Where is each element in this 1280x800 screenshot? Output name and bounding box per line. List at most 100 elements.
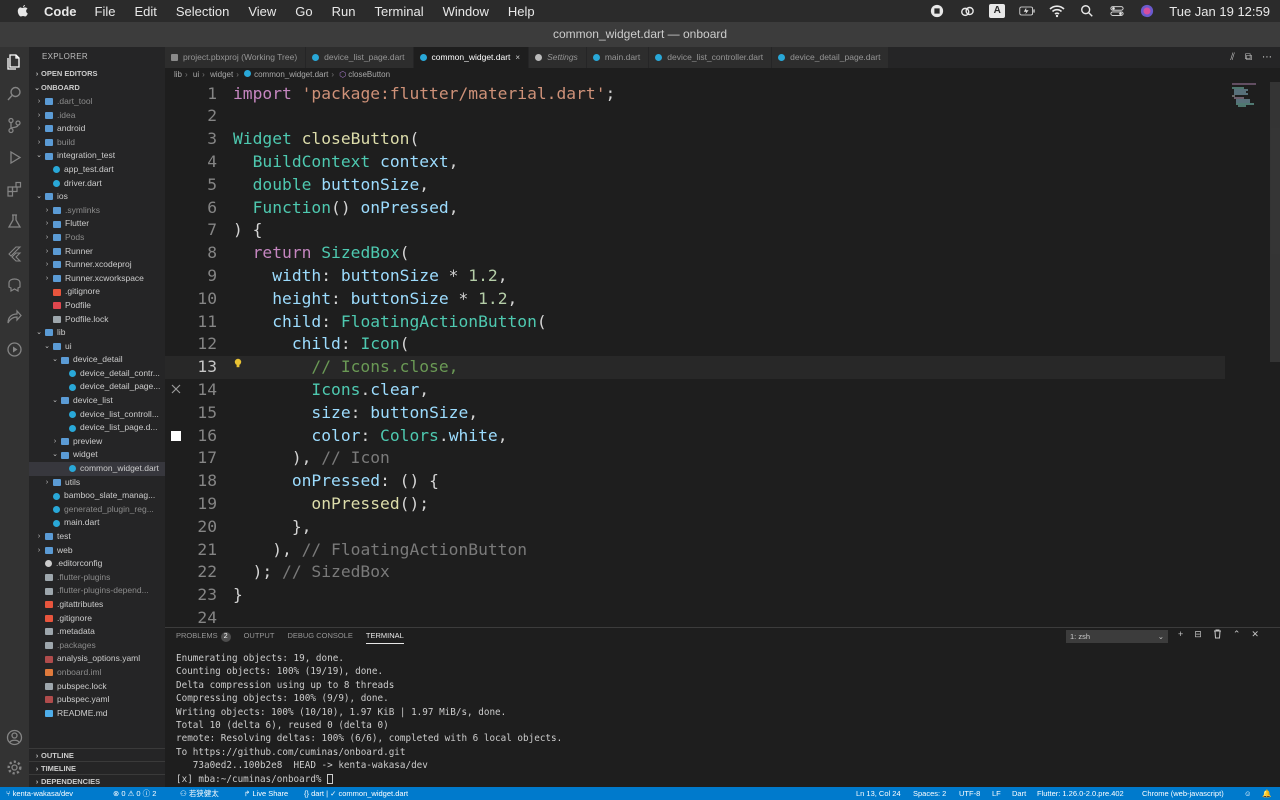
tree-file[interactable]: .gitignore xyxy=(29,285,165,299)
tree-file[interactable]: Podfile xyxy=(29,299,165,313)
app-name-menu[interactable]: Code xyxy=(44,4,77,19)
tree-file[interactable]: .metadata xyxy=(29,625,165,639)
apple-logo-icon[interactable] xyxy=(14,3,30,19)
tree-file[interactable]: common_widget.dart xyxy=(29,462,165,476)
tree-folder[interactable]: › Pods xyxy=(29,231,165,245)
live-share-user[interactable]: ⚇ 若狭健太 xyxy=(180,787,219,800)
tree-file[interactable]: .editorconfig xyxy=(29,557,165,571)
editor-tab[interactable]: device_list_page.dart xyxy=(306,47,414,68)
tree-file[interactable]: device_detail_page... xyxy=(29,380,165,394)
code-line[interactable]: 11 child: FloatingActionButton( xyxy=(165,311,1225,334)
tree-file[interactable]: Podfile.lock xyxy=(29,313,165,327)
tree-folder[interactable]: › Flutter xyxy=(29,217,165,231)
more-actions-icon[interactable]: ⋯ xyxy=(1262,52,1272,63)
code-line[interactable]: 24 xyxy=(165,607,1225,627)
notifications-bell-icon[interactable]: 🔔 xyxy=(1262,787,1271,800)
search-icon[interactable] xyxy=(6,85,23,102)
editor-tab[interactable]: device_detail_page.dart xyxy=(772,47,890,68)
accounts-icon[interactable] xyxy=(6,729,23,746)
panel-tab-output[interactable]: OUTPUT xyxy=(244,628,275,644)
encoding[interactable]: UTF-8 xyxy=(959,787,980,800)
code-line[interactable]: 9 width: buttonSize * 1.2, xyxy=(165,265,1225,288)
code-line[interactable]: 15 size: buttonSize, xyxy=(165,402,1225,425)
editor-scrollbar[interactable] xyxy=(1270,82,1280,362)
code-line[interactable]: 21 ), // FloatingActionButton xyxy=(165,539,1225,562)
terminal-output[interactable]: Enumerating objects: 19, done. Counting o… xyxy=(176,652,562,786)
cursor-position[interactable]: Ln 13, Col 24 xyxy=(856,787,901,800)
tree-folder[interactable]: › Runner xyxy=(29,245,165,259)
breadcrumb-item[interactable]: ui xyxy=(193,70,199,79)
code-line[interactable]: 17 ), // Icon xyxy=(165,447,1225,470)
tree-file[interactable]: app_test.dart xyxy=(29,163,165,177)
tree-folder[interactable]: › .symlinks xyxy=(29,204,165,218)
project-section[interactable]: ⌄ONBOARD xyxy=(29,81,165,95)
tree-file[interactable]: bamboo_slate_manag... xyxy=(29,489,165,503)
code-line[interactable]: 19 onPressed(); xyxy=(165,493,1225,516)
code-line[interactable]: 8 return SizedBox( xyxy=(165,242,1225,265)
tree-folder[interactable]: ⌄ lib xyxy=(29,326,165,340)
tree-folder[interactable]: › .idea xyxy=(29,109,165,123)
explorer-icon[interactable] xyxy=(6,53,23,70)
tree-file[interactable]: pubspec.lock xyxy=(29,680,165,694)
code-line[interactable]: 14 Icons.clear, xyxy=(165,379,1225,402)
siri-icon[interactable] xyxy=(1139,4,1155,18)
menu-file[interactable]: File xyxy=(95,4,116,19)
panel-tab-problems[interactable]: PROBLEMS 2 xyxy=(176,628,231,644)
manage-gear-icon[interactable] xyxy=(6,759,23,776)
panel-tab-debug-console[interactable]: DEBUG CONSOLE xyxy=(287,628,352,644)
editor-tab[interactable]: Settings xyxy=(529,47,587,68)
editor-tab[interactable]: project.pbxproj (Working Tree) xyxy=(165,47,307,68)
menu-window[interactable]: Window xyxy=(443,4,489,19)
open-editors-section[interactable]: › OPEN EDITORS xyxy=(29,67,165,81)
dart-analysis-status[interactable]: {} dart | ✓ common_widget.dart xyxy=(304,787,408,800)
panel-tab-terminal[interactable]: TERMINAL xyxy=(365,628,404,644)
tree-file[interactable]: .flutter-plugins xyxy=(29,571,165,585)
menu-help[interactable]: Help xyxy=(508,4,535,19)
code-line[interactable]: 12 child: Icon( xyxy=(165,333,1225,356)
tree-file[interactable]: .flutter-plugins-depend... xyxy=(29,584,165,598)
flutter-version[interactable]: Flutter: 1.26.0-2.0.pre.402 xyxy=(1037,787,1124,800)
menu-view[interactable]: View xyxy=(248,4,276,19)
target-device[interactable]: Chrome (web-javascript) xyxy=(1142,787,1224,800)
run-debug-icon[interactable] xyxy=(6,149,23,166)
menu-edit[interactable]: Edit xyxy=(134,4,156,19)
code-editor[interactable]: 1 import 'package:flutter/material.dart';… xyxy=(165,82,1280,627)
tree-folder[interactable]: ⌄ device_list xyxy=(29,394,165,408)
testing-flask-icon[interactable] xyxy=(6,213,23,230)
code-line[interactable]: 22 ); // SizedBox xyxy=(165,561,1225,584)
record-stop-icon[interactable] xyxy=(929,4,945,18)
breadcrumb-item[interactable]: common_widget.dart xyxy=(254,70,328,79)
menu-go[interactable]: Go xyxy=(295,4,312,19)
remote-run-icon[interactable] xyxy=(6,341,23,358)
control-center-icon[interactable] xyxy=(1109,4,1125,18)
close-panel-icon[interactable]: ✕ xyxy=(1251,629,1259,643)
code-line[interactable]: 7) { xyxy=(165,219,1225,242)
menu-run[interactable]: Run xyxy=(332,4,356,19)
tree-folder[interactable]: › android xyxy=(29,122,165,136)
tree-folder[interactable]: › preview xyxy=(29,435,165,449)
code-line[interactable]: 2 xyxy=(165,105,1225,128)
tree-file[interactable]: driver.dart xyxy=(29,177,165,191)
wifi-icon[interactable] xyxy=(1049,4,1065,18)
menu-bar-clock[interactable]: Tue Jan 19 12:59 xyxy=(1169,4,1270,19)
code-line[interactable]: 16 color: Colors.white, xyxy=(165,425,1225,448)
tree-folder[interactable]: › Runner.xcodeproj xyxy=(29,258,165,272)
tree-folder[interactable]: › test xyxy=(29,530,165,544)
live-share-button[interactable]: ↱ Live Share xyxy=(244,787,288,800)
outline-section[interactable]: › OUTLINE xyxy=(29,748,165,761)
tree-file[interactable]: device_list_page.d... xyxy=(29,421,165,435)
tree-file[interactable]: pubspec.yaml xyxy=(29,693,165,707)
tree-folder[interactable]: › build xyxy=(29,136,165,150)
breadcrumb-item[interactable]: lib xyxy=(174,70,182,79)
git-branch[interactable]: ⑂ kenta-wakasa/dev xyxy=(6,787,73,800)
breadcrumb-item[interactable]: closeButton xyxy=(348,70,390,79)
new-terminal-icon[interactable]: + xyxy=(1178,629,1183,643)
editor-tab[interactable]: common_widget.dart × xyxy=(413,47,530,68)
breakpoint-marker[interactable] xyxy=(171,431,181,441)
tree-folder[interactable]: ⌄ widget xyxy=(29,448,165,462)
extensions-icon[interactable] xyxy=(6,181,23,198)
input-source-icon[interactable]: A xyxy=(989,4,1006,18)
code-line[interactable]: 10 height: buttonSize * 1.2, xyxy=(165,288,1225,311)
code-line[interactable]: 6 Function() onPressed, xyxy=(165,197,1225,220)
tree-folder[interactable]: › utils xyxy=(29,476,165,490)
